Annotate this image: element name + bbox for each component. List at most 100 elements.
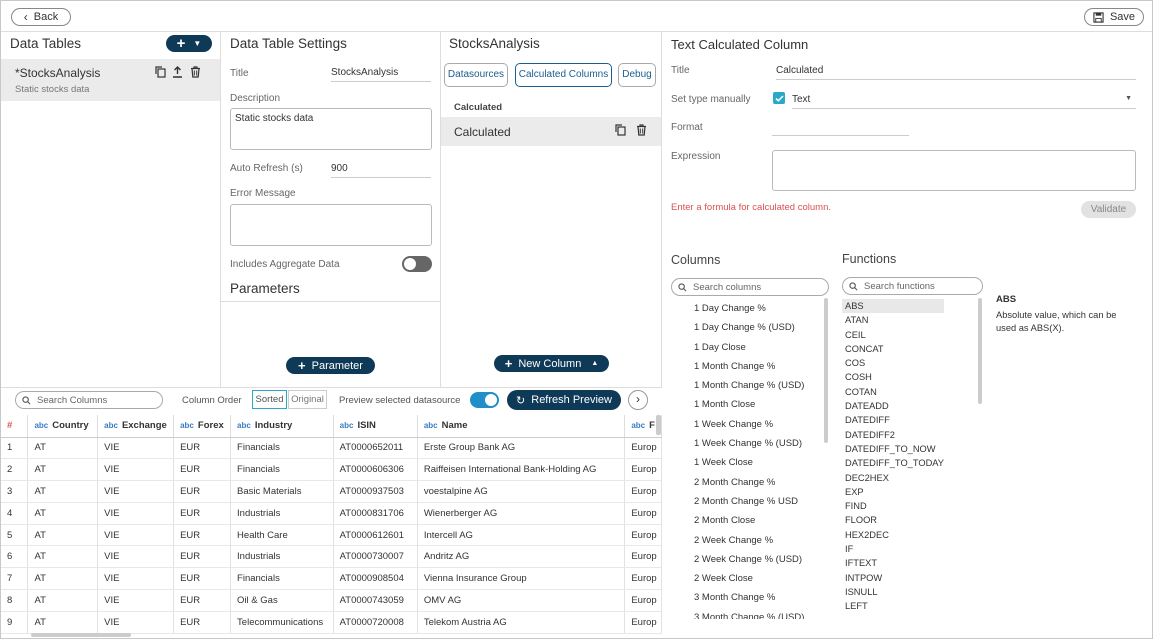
preview-search-input[interactable]: Search Columns [15,391,163,409]
table-row[interactable]: 7 AT VIE EUR Financials AT0000908504 Vienna In… [1,567,662,591]
function-list-item[interactable]: ISNULL [842,585,944,599]
column-list-item[interactable]: 1 Day Close [694,338,824,357]
functions-scrollbar[interactable] [978,298,982,404]
table-row[interactable]: 8 AT VIE EUR Oil & Gas AT0000743059 OMV AG Euro… [1,589,662,612]
function-list-item[interactable]: COTAN [842,385,944,399]
column-list-item[interactable]: 3 Month Change % [694,588,824,607]
column-header[interactable]: abc Name [417,415,626,438]
preview-area: Search Columns Column Order Sorted Origi… [1,387,662,638]
auto-refresh-label: Auto Refresh (s) [230,163,303,174]
chevron-right-icon[interactable]: › [628,390,648,410]
set-type-checkbox[interactable] [773,92,785,104]
table-row[interactable]: 4 AT VIE EUR Industrials AT0000831706 Wienerbe… [1,502,662,525]
function-list-item[interactable]: DATEADD [842,399,944,413]
sorted-button[interactable]: Sorted [252,390,287,409]
tab-debug[interactable]: Debug [618,63,656,87]
functions-search-input[interactable]: Search functions [842,277,983,295]
expression-textarea[interactable] [772,150,1136,191]
column-list-item[interactable]: 1 Month Change % [694,357,824,376]
add-table-button[interactable]: + ▼ [166,35,212,52]
function-list-item[interactable]: COS [842,356,944,370]
copy-icon[interactable] [615,124,626,136]
aggregate-toggle[interactable] [402,256,432,272]
columns-search-input[interactable]: Search columns [671,278,829,296]
function-list-item[interactable]: DATEDIFF_TO_NOW [842,442,944,456]
column-list-item[interactable]: 1 Week Close [694,453,824,472]
column-list-item[interactable]: 2 Week Close [694,569,824,588]
calc-title-input[interactable]: Calculated [776,65,1136,80]
column-header[interactable]: abc ISIN [333,415,418,438]
copy-icon[interactable] [155,66,166,78]
column-list-item[interactable]: 1 Day Change % [694,299,824,318]
column-list-item[interactable]: 1 Month Close [694,395,824,414]
function-list-item[interactable]: EXP [842,485,944,499]
trash-icon[interactable] [190,66,201,78]
column-list-item[interactable]: 1 Day Change % (USD) [694,318,824,337]
data-table-item[interactable]: *StocksAnalysis Static stocks data [1,59,220,101]
type-select[interactable]: Text ▼ [792,94,1136,109]
table-header-row: # abc Country abc Exchange abc Forex abc Industr… [1,415,662,438]
error-message-label: Error Message [230,188,296,199]
title-input[interactable]: StocksAnalysis [331,67,431,82]
function-list-item[interactable]: DATEDIFF_TO_TODAY [842,456,944,470]
column-list-item[interactable]: 1 Month Change % (USD) [694,376,824,395]
function-list-item[interactable]: COSH [842,370,944,384]
function-list-item[interactable]: DATEDIFF2 [842,428,944,442]
auto-refresh-input[interactable]: 900 [331,163,431,178]
column-header[interactable]: abc Country [27,415,99,438]
function-list-item[interactable]: ABS [842,299,944,314]
trash-icon[interactable] [636,124,647,136]
table-row[interactable]: 5 AT VIE EUR Health Care AT0000612601 Intercel… [1,524,662,547]
format-input[interactable] [772,122,909,136]
calculated-column-item[interactable]: Calculated [441,117,661,146]
table-cell: EUR [173,480,232,503]
columns-scrollbar[interactable] [824,298,828,443]
function-list-item[interactable]: IF [842,542,944,556]
function-list-item[interactable]: INTPOW [842,571,944,585]
table-cell: voestalpine AG [417,480,626,503]
function-list-item[interactable]: DATEDIFF [842,413,944,427]
function-list-item[interactable]: CONCAT [842,342,944,356]
table-row[interactable]: 3 AT VIE EUR Basic Materials AT0000937503 voes… [1,480,662,503]
table-row[interactable]: 2 AT VIE EUR Financials AT0000606306 Raiffeise… [1,458,662,482]
function-list-item[interactable]: DEC2HEX [842,471,944,485]
function-list-item[interactable]: LEFT [842,599,944,613]
original-button[interactable]: Original [288,390,327,409]
function-list-item[interactable]: CEIL [842,328,944,342]
column-list-item[interactable]: 2 Week Change % (USD) [694,550,824,569]
table-row[interactable]: 1 AT VIE EUR Financials AT0000652011 Erste Gro… [1,437,662,460]
refresh-preview-button[interactable]: ↻ Refresh Preview [507,390,621,410]
preview-datasource-toggle[interactable] [470,392,499,408]
upload-icon[interactable] [172,66,183,78]
column-list-item[interactable]: 3 Month Change % (USD) [694,608,824,619]
table-horizontal-scrollbar[interactable] [31,633,131,637]
function-list-item[interactable]: ATAN [842,313,944,327]
table-row[interactable]: 9 AT VIE EUR Telecommunications AT0000720008 T… [1,611,662,634]
column-list-item[interactable]: 2 Month Close [694,511,824,530]
new-column-button[interactable]: + New Column ▲ [494,355,609,372]
column-list-item[interactable]: 1 Week Change % [694,415,824,434]
tab-calculated-columns[interactable]: Calculated Columns [515,63,612,87]
column-header[interactable]: abc Forex [173,415,232,438]
column-list-item[interactable]: 2 Month Change % USD [694,492,824,511]
error-message-textarea[interactable] [230,204,432,246]
set-type-label: Set type manually [671,94,751,105]
validate-button[interactable]: Validate [1081,201,1136,218]
function-list-item[interactable]: FLOOR [842,513,944,527]
column-list-item[interactable]: 2 Week Change % [694,531,824,550]
function-list-item[interactable]: HEX2DEC [842,528,944,542]
column-list-item[interactable]: 1 Week Change % (USD) [694,434,824,453]
function-list-item[interactable]: IFTEXT [842,556,944,570]
tab-datasources[interactable]: Datasources [444,63,508,87]
table-vertical-scrollbar[interactable] [656,415,661,435]
column-header[interactable]: abc Exchange [97,415,175,438]
back-button[interactable]: ‹ Back [11,8,71,26]
description-textarea[interactable]: Static stocks data [230,108,432,150]
function-list-item[interactable]: FIND [842,499,944,513]
column-header[interactable]: abc Industry [230,415,334,438]
column-header[interactable]: # [1,415,29,438]
table-row[interactable]: 6 AT VIE EUR Industrials AT0000730007 Andritz … [1,545,662,569]
column-list-item[interactable]: 2 Month Change % [694,473,824,492]
add-parameter-button[interactable]: + Parameter [286,357,375,374]
save-button[interactable]: Save [1084,8,1144,26]
